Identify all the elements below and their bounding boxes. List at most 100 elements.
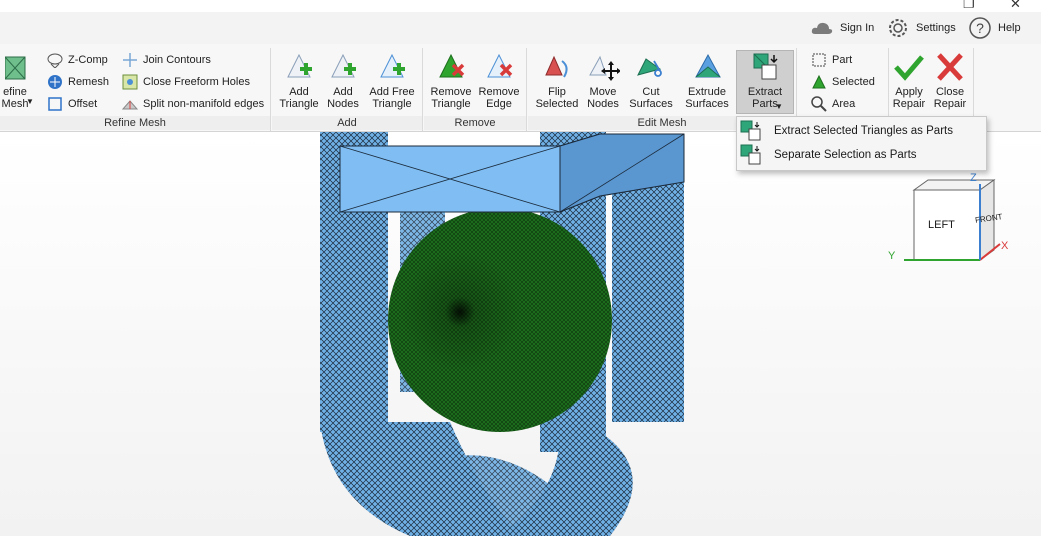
join-contours-label: Join Contours bbox=[143, 54, 211, 66]
help-icon: ? bbox=[969, 17, 991, 39]
z-comp-button[interactable]: Z-Comp bbox=[47, 51, 108, 69]
refine-mesh-icon bbox=[5, 56, 26, 80]
select-selected-button[interactable]: Selected bbox=[811, 73, 875, 91]
add-group: Add Triangle Add Nodes Add Free Triangle… bbox=[272, 48, 423, 131]
scissors-icon bbox=[637, 58, 662, 77]
dropdown-arrow-icon: ▼ bbox=[775, 102, 783, 111]
add-nodes-icon bbox=[331, 53, 356, 78]
flip-selected-button[interactable]: Flip Selected bbox=[534, 51, 580, 110]
remove-group: Remove Triangle Remove Edge Remove bbox=[424, 48, 527, 131]
join-contours-button[interactable]: Join Contours bbox=[122, 51, 211, 69]
extract-selected-triangles-item[interactable]: Extract Selected Triangles as Parts bbox=[737, 119, 986, 143]
remove-edge-label: Remove Edge bbox=[478, 86, 520, 110]
add-nodes-label: Add Nodes bbox=[327, 86, 359, 110]
refine-mesh-label: efine Mesh bbox=[1, 86, 29, 110]
magnifier-icon bbox=[811, 96, 827, 112]
axis-x-label: X bbox=[1001, 240, 1009, 252]
offset-icon bbox=[48, 97, 62, 111]
apply-repair-label: Apply Repair bbox=[892, 86, 926, 110]
remove-edge-button[interactable]: Remove Edge bbox=[476, 51, 522, 110]
settings-link[interactable]: Settings bbox=[886, 17, 956, 39]
select-area-button[interactable]: Area bbox=[811, 95, 855, 113]
close-window-button[interactable]: ✕ bbox=[1010, 0, 1021, 12]
extract-parts-button[interactable]: Extract Parts ▼ bbox=[736, 50, 794, 114]
axis-z-label: Z bbox=[970, 172, 977, 184]
svg-text:?: ? bbox=[976, 20, 984, 36]
close-icon bbox=[937, 53, 963, 81]
cut-surfaces-button[interactable]: Cut Surfaces bbox=[626, 51, 676, 110]
z-comp-icon bbox=[47, 53, 63, 68]
extract-triangles-icon bbox=[740, 120, 761, 141]
split-non-manifold-edges-button[interactable]: Split non-manifold edges bbox=[122, 95, 264, 113]
close-freeform-holes-label: Close Freeform Holes bbox=[143, 76, 250, 88]
close-repair-label: Close Repair bbox=[933, 86, 967, 110]
separate-selection-icon bbox=[740, 144, 761, 165]
remove-triangle-label: Remove Triangle bbox=[430, 86, 472, 110]
checkmark-icon bbox=[894, 55, 924, 81]
extract-selected-triangles-label: Extract Selected Triangles as Parts bbox=[774, 125, 953, 137]
view-cube[interactable]: LEFT FRONT Y X Z bbox=[884, 172, 1024, 272]
help-link[interactable]: ? Help bbox=[968, 17, 1021, 39]
add-nodes-button[interactable]: Add Nodes bbox=[322, 51, 364, 110]
add-free-triangle-label: Add Free Triangle bbox=[369, 86, 415, 110]
cut-surfaces-label: Cut Surfaces bbox=[629, 86, 673, 110]
add-triangle-button[interactable]: Add Triangle bbox=[276, 51, 322, 110]
extrude-icon bbox=[695, 53, 721, 78]
move-nodes-icon bbox=[589, 55, 620, 81]
remesh-icon bbox=[48, 75, 62, 89]
settings-label: Settings bbox=[916, 22, 956, 34]
remesh-button[interactable]: Remesh bbox=[47, 73, 109, 91]
offset-button[interactable]: Offset bbox=[47, 95, 97, 113]
remesh-label: Remesh bbox=[68, 76, 109, 88]
refine-mesh-group-label: Refine Mesh bbox=[0, 116, 270, 130]
apply-repair-button[interactable]: Apply Repair bbox=[890, 51, 928, 110]
split-non-manifold-edges-label: Split non-manifold edges bbox=[143, 98, 265, 110]
add-free-triangle-button[interactable]: Add Free Triangle bbox=[365, 51, 419, 110]
add-triangle-icon bbox=[287, 53, 312, 78]
offset-label: Offset bbox=[68, 98, 98, 110]
select-part-button[interactable]: Part bbox=[811, 51, 852, 69]
add-triangle-label: Add Triangle bbox=[279, 86, 319, 110]
close-repair-button[interactable]: Close Repair bbox=[931, 51, 969, 110]
title-bar: ❐ ✕ bbox=[0, 0, 1041, 12]
move-nodes-button[interactable]: Move Nodes bbox=[582, 51, 624, 110]
sign-in-label: Sign In bbox=[840, 22, 875, 34]
move-nodes-label: Move Nodes bbox=[587, 86, 619, 110]
z-comp-label: Z-Comp bbox=[68, 54, 108, 66]
view-cube-left-face[interactable]: LEFT bbox=[928, 219, 955, 231]
select-part-label: Part bbox=[832, 54, 853, 66]
gear-icon bbox=[889, 19, 907, 37]
cloud-icon bbox=[811, 22, 833, 34]
dropdown-arrow-icon: ▼ bbox=[26, 97, 34, 106]
remove-group-label: Remove bbox=[424, 116, 526, 130]
axis-y-label: Y bbox=[888, 250, 896, 262]
selected-triangle-icon bbox=[812, 74, 826, 89]
close-holes-icon bbox=[122, 74, 138, 90]
sign-in-link[interactable]: Sign In bbox=[810, 17, 874, 39]
mesh-leg bbox=[612, 172, 684, 422]
split-edges-icon bbox=[122, 100, 138, 110]
help-label: Help bbox=[998, 22, 1021, 34]
select-area-label: Area bbox=[832, 98, 856, 110]
remove-triangle-button[interactable]: Remove Triangle bbox=[427, 51, 475, 110]
sphere-shadow bbox=[400, 252, 520, 372]
remove-triangle-icon bbox=[439, 53, 465, 78]
add-group-label: Add bbox=[272, 116, 422, 130]
top-bar: Sign In Settings ? Help bbox=[0, 12, 1041, 44]
3d-viewport[interactable]: LEFT FRONT Y X Z bbox=[0, 132, 1041, 536]
close-freeform-holes-button[interactable]: Close Freeform Holes bbox=[122, 73, 250, 91]
join-contours-icon bbox=[123, 53, 137, 67]
flip-selected-label: Flip Selected bbox=[535, 86, 579, 110]
select-selected-label: Selected bbox=[832, 76, 875, 88]
part-select-icon bbox=[812, 53, 826, 67]
extract-parts-menu: Extract Selected Triangles as Parts Sepa… bbox=[736, 116, 987, 171]
extrude-surfaces-label: Extrude Surfaces bbox=[685, 86, 729, 110]
add-free-triangle-icon bbox=[380, 53, 405, 78]
separate-selection-label: Separate Selection as Parts bbox=[774, 149, 917, 161]
flip-icon bbox=[545, 55, 568, 78]
extract-parts-icon bbox=[753, 53, 778, 80]
refine-mesh-button[interactable]: efine Mesh ▼ bbox=[0, 51, 38, 110]
extrude-surfaces-button[interactable]: Extrude Surfaces bbox=[680, 51, 734, 110]
restore-window-button[interactable]: ❐ bbox=[963, 0, 975, 12]
separate-selection-item[interactable]: Separate Selection as Parts bbox=[737, 143, 986, 167]
